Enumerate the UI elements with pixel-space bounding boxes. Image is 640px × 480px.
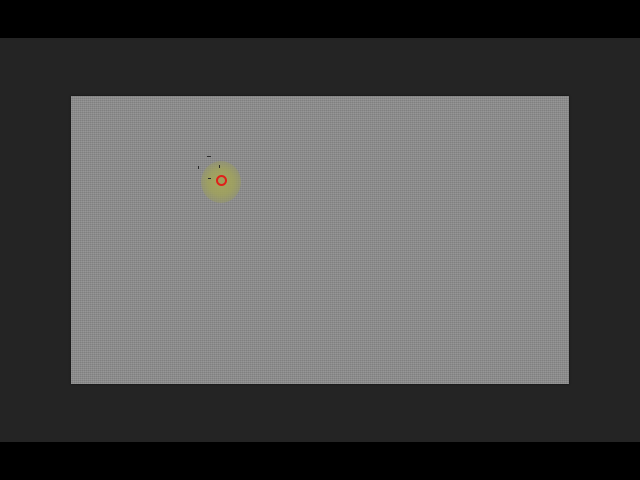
drawing-canvas[interactable] [71, 96, 569, 384]
crosshair-tick-top [207, 156, 211, 157]
crosshair-tick-left [198, 166, 199, 169]
crosshair-tick-right [219, 165, 220, 168]
letterbox-bottom [0, 442, 640, 480]
brush-target-icon[interactable] [216, 175, 227, 186]
letterbox-top [0, 0, 640, 38]
workspace-viewport [0, 38, 640, 442]
crosshair-tick-mid [208, 178, 211, 179]
